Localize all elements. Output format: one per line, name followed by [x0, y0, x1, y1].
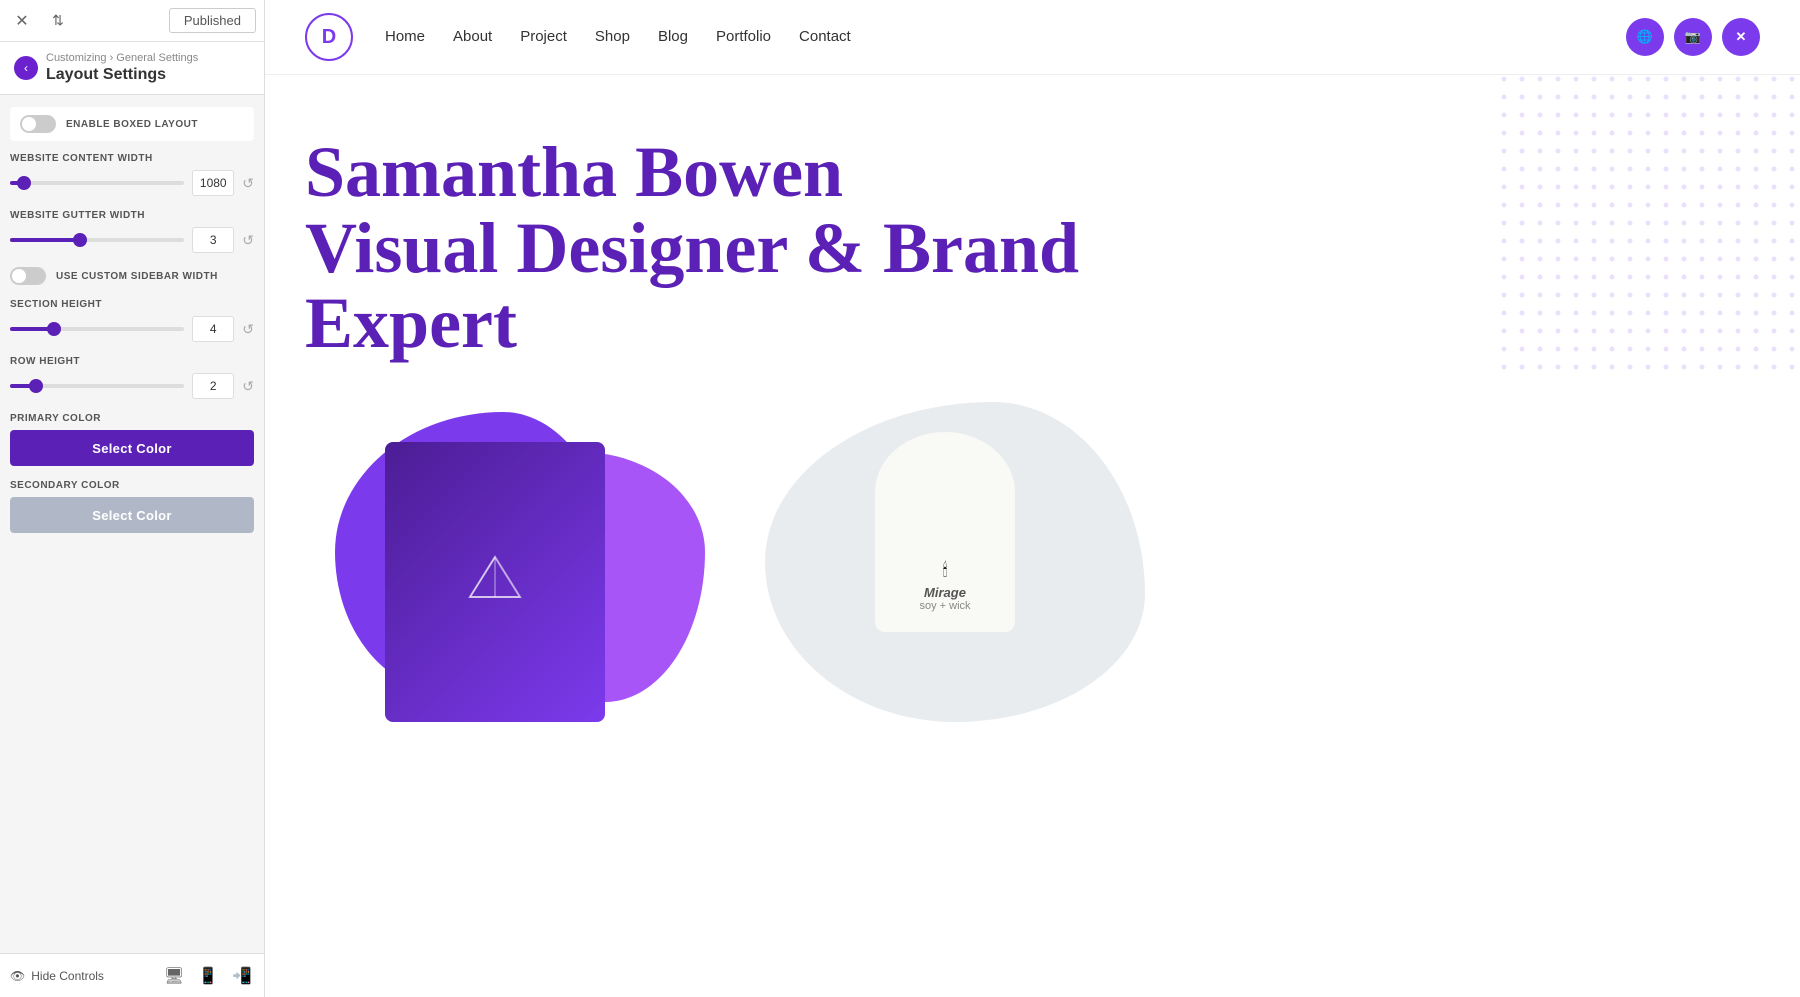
- enable-boxed-layout-toggle[interactable]: [20, 115, 56, 133]
- primary-color-block: PRIMARY COLOR Select Color: [10, 413, 254, 466]
- gutter-width-label: WEBSITE GUTTER WIDTH: [10, 210, 254, 221]
- social-web-button[interactable]: 🌐: [1626, 18, 1664, 56]
- row-height-slider-row: ↺: [10, 373, 254, 399]
- section-height-thumb[interactable]: [47, 322, 61, 336]
- sort-button[interactable]: ⇅: [44, 7, 72, 35]
- primary-color-button[interactable]: Select Color: [10, 430, 254, 466]
- hero-headline: Samantha Bowen Visual Designer & Brand E…: [305, 135, 1205, 362]
- secondary-color-button[interactable]: Select Color: [10, 497, 254, 533]
- section-height-input[interactable]: [192, 316, 234, 342]
- nav-item-blog[interactable]: Blog: [658, 28, 688, 46]
- enable-boxed-layout-label: ENABLE BOXED LAYOUT: [66, 119, 198, 130]
- section-height-label: SECTION HEIGHT: [10, 299, 254, 310]
- gutter-width-input[interactable]: [192, 227, 234, 253]
- content-width-reset[interactable]: ↺: [242, 175, 254, 192]
- section-height-slider-row: ↺: [10, 316, 254, 342]
- close-button[interactable]: ✕: [8, 7, 36, 35]
- top-bar: ✕ ⇅ Published: [0, 0, 264, 42]
- row-height-thumb[interactable]: [29, 379, 43, 393]
- social-instagram-button[interactable]: 📷: [1674, 18, 1712, 56]
- mobile-icon[interactable]: 📲: [230, 964, 254, 988]
- site-nav: D Home About Project Shop Blog Portfolio…: [265, 0, 1800, 75]
- nav-item-portfolio[interactable]: Portfolio: [716, 28, 771, 46]
- content-width-slider-row: ↺: [10, 170, 254, 196]
- gutter-width-block: WEBSITE GUTTER WIDTH ↺: [10, 210, 254, 253]
- bottom-bar: 👁 Hide Controls 🖥 📱 📲: [0, 953, 264, 997]
- product-row: 🕯 Mirage soy + wick: [265, 392, 1800, 732]
- gutter-width-slider-row: ↺: [10, 227, 254, 253]
- candle-brand: Mirage: [919, 585, 970, 600]
- section-height-block: SECTION HEIGHT ↺: [10, 299, 254, 342]
- content-width-label: WEBSITE CONTENT WIDTH: [10, 153, 254, 164]
- published-button[interactable]: Published: [169, 8, 256, 33]
- breadcrumb: Customizing › General Settings: [46, 52, 198, 64]
- nav-social: 🌐 📷 ✕: [1626, 18, 1760, 56]
- hide-controls-button[interactable]: 👁 Hide Controls: [10, 969, 104, 983]
- nav-item-contact[interactable]: Contact: [799, 28, 851, 46]
- row-height-label: ROW HEIGHT: [10, 356, 254, 367]
- product-cluster-right: 🕯 Mirage soy + wick: [745, 392, 1760, 732]
- eye-icon: 👁: [10, 969, 25, 983]
- site-logo: D: [305, 13, 353, 61]
- row-height-block: ROW HEIGHT ↺: [10, 356, 254, 399]
- nav-links: Home About Project Shop Blog Portfolio C…: [385, 28, 851, 46]
- custom-sidebar-row: USE CUSTOM SIDEBAR WIDTH: [10, 267, 254, 285]
- custom-sidebar-toggle[interactable]: [10, 267, 46, 285]
- content-width-input[interactable]: [192, 170, 234, 196]
- panel-title: Layout Settings: [46, 66, 198, 84]
- dots-decoration: [1500, 75, 1800, 375]
- row-height-reset[interactable]: ↺: [242, 378, 254, 395]
- hero-section: Samantha Bowen Visual Designer & Brand E…: [265, 75, 1800, 362]
- tablet-icon[interactable]: 📱: [196, 964, 220, 988]
- preview-area: D Home About Project Shop Blog Portfolio…: [265, 0, 1800, 997]
- gutter-width-reset[interactable]: ↺: [242, 232, 254, 249]
- custom-sidebar-label: USE CUSTOM SIDEBAR WIDTH: [56, 271, 218, 282]
- secondary-color-block: SECONDARY COLOR Select Color: [10, 480, 254, 533]
- product-box-icon: [465, 552, 525, 612]
- product-box: [385, 442, 605, 722]
- left-panel: ✕ ⇅ Published ‹ Customizing › General Se…: [0, 0, 265, 997]
- candle-flame: 🕯: [942, 560, 947, 581]
- nav-item-about[interactable]: About: [453, 28, 492, 46]
- back-button[interactable]: ‹: [14, 56, 38, 80]
- hide-controls-label: Hide Controls: [31, 969, 104, 983]
- content-width-block: WEBSITE CONTENT WIDTH ↺: [10, 153, 254, 196]
- secondary-color-label: SECONDARY COLOR: [10, 480, 254, 491]
- gutter-width-thumb[interactable]: [73, 233, 87, 247]
- candle-jar: 🕯 Mirage soy + wick: [875, 432, 1015, 632]
- primary-color-label: PRIMARY COLOR: [10, 413, 254, 424]
- panel-header: ‹ Customizing › General Settings Layout …: [0, 42, 264, 95]
- row-height-input[interactable]: [192, 373, 234, 399]
- nav-item-shop[interactable]: Shop: [595, 28, 630, 46]
- enable-boxed-layout-row: ENABLE BOXED LAYOUT: [10, 107, 254, 141]
- section-height-reset[interactable]: ↺: [242, 321, 254, 338]
- candle-subtitle: soy + wick: [919, 600, 970, 612]
- desktop-icon[interactable]: 🖥: [162, 964, 186, 988]
- panel-content: ENABLE BOXED LAYOUT WEBSITE CONTENT WIDT…: [0, 95, 264, 953]
- product-cluster-left: [305, 392, 725, 732]
- nav-item-home[interactable]: Home: [385, 28, 425, 46]
- nav-item-project[interactable]: Project: [520, 28, 567, 46]
- social-twitter-button[interactable]: ✕: [1722, 18, 1760, 56]
- content-width-thumb[interactable]: [17, 176, 31, 190]
